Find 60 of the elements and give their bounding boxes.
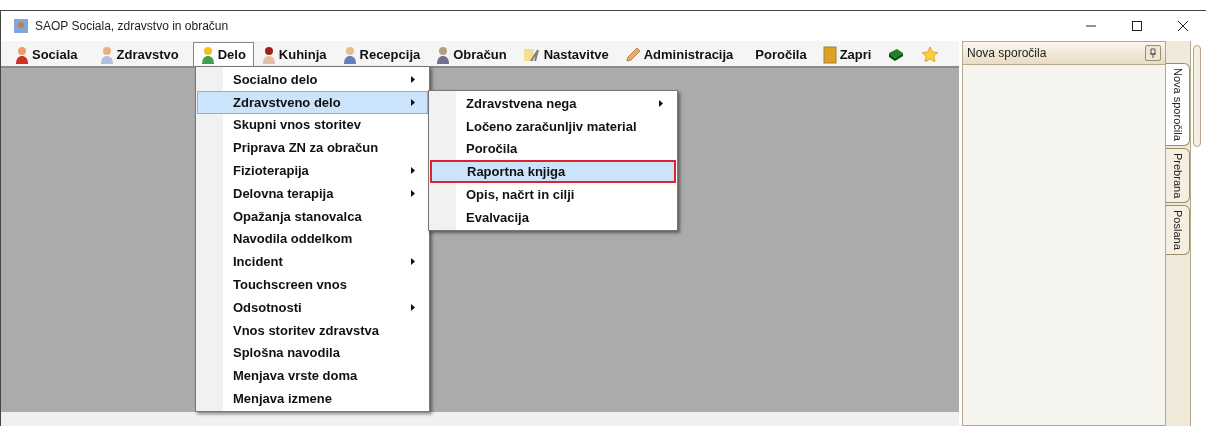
- menu-item[interactable]: Socialno delo: [197, 68, 428, 91]
- door-icon: [822, 45, 837, 64]
- menu-item[interactable]: Touchscreen vnos: [197, 273, 428, 296]
- maximize-icon: [1132, 21, 1142, 31]
- person-icon: [200, 45, 215, 64]
- submenu-arrow-icon: [411, 75, 415, 83]
- menu-bar-item[interactable]: Delo: [192, 42, 254, 66]
- menu-item[interactable]: Splošna navodila: [197, 341, 428, 365]
- menu-item[interactable]: Opis, načrt in cilji: [430, 183, 676, 206]
- menu-item[interactable]: Delovna terapija: [197, 182, 428, 205]
- submenu-arrow-icon: [411, 98, 415, 106]
- submenu-arrow-icon: [411, 167, 415, 175]
- pencil-icon: [624, 46, 641, 63]
- menu-bar-item[interactable]: Zapri: [814, 42, 880, 66]
- pin-button[interactable]: [1145, 45, 1161, 61]
- side-tab[interactable]: [1193, 45, 1201, 147]
- close-icon: [1178, 21, 1188, 31]
- menu-item[interactable]: Poročila: [430, 137, 676, 161]
- submenu-arrow-icon: [659, 99, 663, 107]
- person-icon: [261, 45, 276, 64]
- menu-bar-item[interactable]: Nastavitve: [514, 42, 617, 66]
- submenu-arrow-icon: [411, 303, 415, 311]
- submenu-arrow-icon: [411, 189, 415, 197]
- menu-item[interactable]: Opažanja stanovalca: [197, 204, 428, 228]
- tools-icon: [522, 46, 541, 63]
- menu-bar-item[interactable]: Poročila: [747, 42, 815, 66]
- menu-item[interactable]: Zdravstveno delo: [197, 90, 428, 114]
- menu-bar-item[interactable]: Obračun: [428, 42, 515, 66]
- app-icon: [13, 18, 29, 34]
- menu-item[interactable]: Skupni vnos storitev: [197, 113, 428, 137]
- pin-icon: [1149, 48, 1157, 58]
- menu-item[interactable]: Vnos storitev zdravstva: [197, 318, 428, 342]
- panel-tab[interactable]: Nova sporočila: [1166, 63, 1190, 146]
- menu-item[interactable]: Fizioterapija: [197, 159, 428, 182]
- menu-bar-item[interactable]: Kuhinja: [253, 42, 335, 66]
- window-title: SAOP Sociala, zdravstvo in obračun: [35, 19, 230, 33]
- panel-tab[interactable]: Prebrana: [1166, 147, 1190, 204]
- menu-item[interactable]: Navodila oddelkom: [197, 227, 428, 251]
- menu-item[interactable]: Menjava vrste doma: [197, 364, 428, 388]
- submenu-arrow-icon: [411, 258, 415, 266]
- person-icon: [99, 45, 114, 64]
- person-icon: [436, 45, 451, 64]
- menu-item[interactable]: Zdravstvena nega: [430, 92, 676, 115]
- menu-bar-item[interactable]: Administracija: [616, 42, 742, 66]
- star-icon: [921, 45, 940, 64]
- menu-item[interactable]: Ločeno zaračunljiv material: [430, 114, 676, 138]
- menu-bar-item[interactable]: Sociala: [7, 42, 86, 66]
- panel-title: Nova sporočila: [967, 46, 1047, 60]
- book-icon: [887, 46, 906, 63]
- menu-item[interactable]: Incident: [197, 250, 428, 274]
- panel-tab[interactable]: Poslana: [1166, 205, 1190, 255]
- menu-bar-item[interactable]: Zdravstvo: [91, 42, 187, 66]
- menu-item[interactable]: Odsotnosti: [197, 295, 428, 319]
- menu-item[interactable]: Menjava izmene: [197, 387, 428, 410]
- menu-item[interactable]: Raportna knjiga: [430, 160, 676, 184]
- menu-item[interactable]: Priprava ZN za obračun: [197, 136, 428, 160]
- person-icon: [342, 45, 357, 64]
- person-icon: [15, 45, 29, 64]
- menu-bar-item[interactable]: Recepcija: [334, 42, 429, 66]
- menu-item[interactable]: Evalvacija: [430, 206, 676, 229]
